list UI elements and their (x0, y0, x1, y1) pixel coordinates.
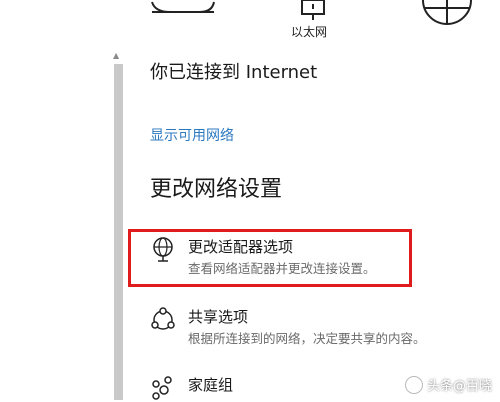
change-adapter-options[interactable]: 更改适配器选项 查看网络适配器并更改连接设置。 (150, 236, 480, 284)
sharing-icon (151, 307, 175, 330)
scrollbar[interactable] (114, 64, 123, 400)
top-icons (151, 0, 472, 25)
watermark-logo-icon (404, 375, 423, 394)
homegroup-icon (152, 376, 172, 400)
option-title: 更改适配器选项 (188, 238, 294, 256)
section-title: 更改网络设置 (150, 177, 283, 202)
globe-icon[interactable] (422, 0, 472, 25)
show-available-networks-link[interactable]: 显示可用网络 (150, 125, 234, 145)
watermark: 头条@百晓 (404, 375, 492, 394)
scroll-up-arrow-icon[interactable]: ▲ (113, 52, 119, 60)
adapter-globe-icon (153, 237, 173, 262)
sharing-options[interactable]: 共享选项 根据所连接到的网络，决定要共享的内容。 (150, 306, 480, 354)
option-description: 查看网络适配器并更改连接设置。 (188, 261, 376, 276)
option-title: 共享选项 (188, 308, 249, 326)
ethernet-icon[interactable] (301, 0, 325, 20)
option-title: 家庭组 (188, 376, 234, 394)
wifi-icon[interactable] (151, 1, 215, 13)
network-type-bar: 以太网 (0, 0, 500, 42)
option-description: 根据所连接到的网络，决定要共享的内容。 (188, 331, 426, 346)
ethernet-label[interactable]: 以太网 (291, 23, 327, 40)
connection-status-text: 你已连接到 Internet (150, 62, 318, 83)
watermark-text: 头条@百晓 (426, 379, 492, 394)
